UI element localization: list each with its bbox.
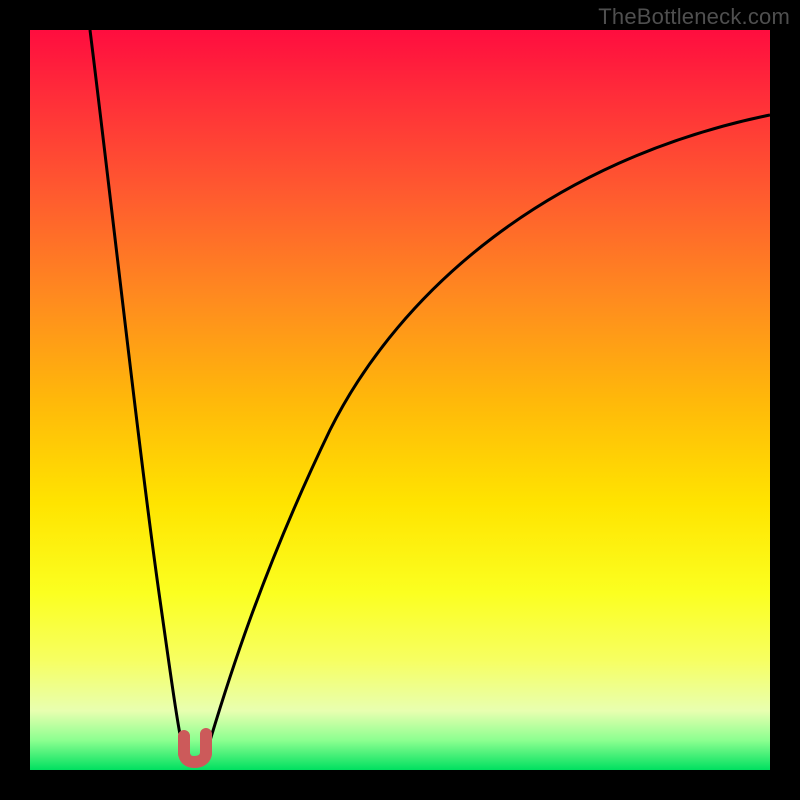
curve-left xyxy=(90,30,184,754)
plot-area xyxy=(30,30,770,770)
curve-layer xyxy=(30,30,770,770)
minimum-marker xyxy=(184,734,206,762)
watermark-text: TheBottleneck.com xyxy=(598,4,790,30)
curve-right xyxy=(206,115,770,754)
